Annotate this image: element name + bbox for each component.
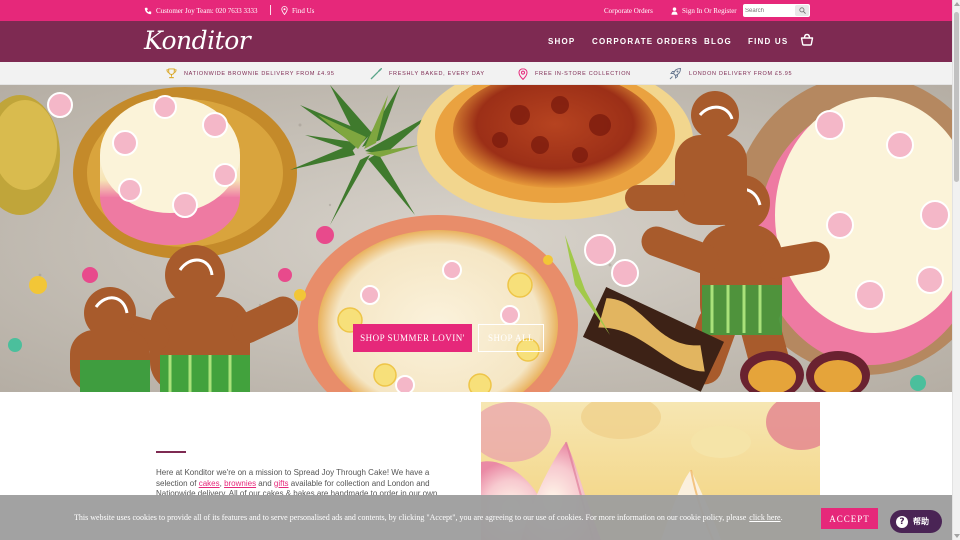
search-box: [743, 4, 810, 17]
konditor-logo[interactable]: Konditor: [144, 25, 251, 57]
question-icon: ?: [896, 515, 908, 528]
scroll-down-arrow[interactable]: [954, 534, 960, 538]
rocket-icon: [669, 67, 682, 80]
usp-brownie-delivery: NATIONWIDE BROWNIE DELIVERY FROM £4.95: [166, 62, 335, 85]
find-us-label: Find Us: [292, 6, 315, 15]
customer-phone-link[interactable]: Customer Joy Team: 020 7633 3333: [144, 0, 257, 21]
main-navigation: Konditor SHOP CORPORATE ORDERS BLOG FIND…: [0, 21, 952, 62]
cookie-banner: This website uses cookies to provide all…: [0, 495, 952, 540]
phone-label: Customer Joy Team: 020 7633 3333: [156, 6, 258, 15]
find-us-link[interactable]: Find Us: [281, 0, 314, 21]
divider: [270, 5, 271, 15]
phone-icon: [144, 7, 152, 14]
nav-find-us[interactable]: FIND US: [748, 21, 788, 62]
logo-wordmark: Konditor: [144, 26, 251, 55]
hero-cake-photo: [0, 85, 952, 392]
gifts-link[interactable]: gifts: [274, 479, 289, 488]
usp-label: FRESHLY BAKED, EVERY DAY: [389, 70, 485, 77]
help-button[interactable]: ? 帮助: [890, 510, 942, 533]
map-pin-icon: [518, 67, 528, 80]
help-label: 帮助: [913, 517, 929, 526]
usp-london-delivery: LONDON DELIVERY FROM £5.95: [669, 62, 792, 85]
cakes-link[interactable]: cakes: [199, 479, 220, 488]
usp-in-store-collection: FREE IN-STORE COLLECTION: [518, 62, 631, 85]
brownies-link[interactable]: brownies: [224, 479, 256, 488]
cookie-link-suffix: .: [780, 513, 783, 522]
page-scrollbar[interactable]: [952, 0, 960, 540]
corporate-orders-link[interactable]: Corporate Orders: [604, 0, 653, 21]
usp-bar: NATIONWIDE BROWNIE DELIVERY FROM £4.95 F…: [0, 62, 952, 85]
user-icon: [671, 6, 678, 15]
usp-freshly-baked: FRESHLY BAKED, EVERY DAY: [370, 62, 485, 85]
hero-banner: SHOP SUMMER LOVIN' SHOP ALL: [0, 85, 952, 392]
cookie-text: This website uses cookies to provide all…: [74, 513, 747, 522]
cookie-message: This website uses cookies to provide all…: [74, 495, 783, 540]
nav-blog[interactable]: BLOG: [704, 21, 732, 62]
usp-label: FREE IN-STORE COLLECTION: [535, 70, 631, 77]
shop-summer-button[interactable]: SHOP SUMMER LOVIN': [353, 324, 472, 352]
basket-icon[interactable]: [800, 33, 814, 47]
sign-in-link[interactable]: Sign In Or Register: [671, 0, 737, 21]
shop-all-button[interactable]: SHOP ALL: [478, 324, 544, 352]
top-bar: Customer Joy Team: 020 7633 3333 Find Us…: [0, 0, 952, 21]
nav-shop[interactable]: SHOP: [548, 21, 575, 62]
search-input[interactable]: [745, 5, 793, 16]
search-button[interactable]: [795, 5, 809, 16]
sign-in-label: Sign In Or Register: [682, 6, 737, 15]
usp-label: NATIONWIDE BROWNIE DELIVERY FROM £4.95: [184, 70, 335, 77]
whisk-icon: [370, 67, 382, 79]
scroll-thumb[interactable]: [954, 12, 959, 182]
search-icon: [798, 7, 806, 14]
corporate-orders-label: Corporate Orders: [604, 6, 653, 15]
map-pin-icon: [281, 6, 288, 15]
nav-corporate-orders[interactable]: CORPORATE ORDERS: [592, 21, 698, 62]
intro-sep: and: [256, 478, 274, 488]
scroll-up-arrow[interactable]: [954, 2, 960, 6]
cookie-policy-link[interactable]: click here: [749, 513, 780, 522]
intro-rule: [156, 451, 186, 453]
usp-label: LONDON DELIVERY FROM £5.95: [689, 70, 793, 77]
accept-cookies-button[interactable]: ACCEPT: [821, 508, 878, 529]
trophy-icon: [166, 68, 177, 79]
